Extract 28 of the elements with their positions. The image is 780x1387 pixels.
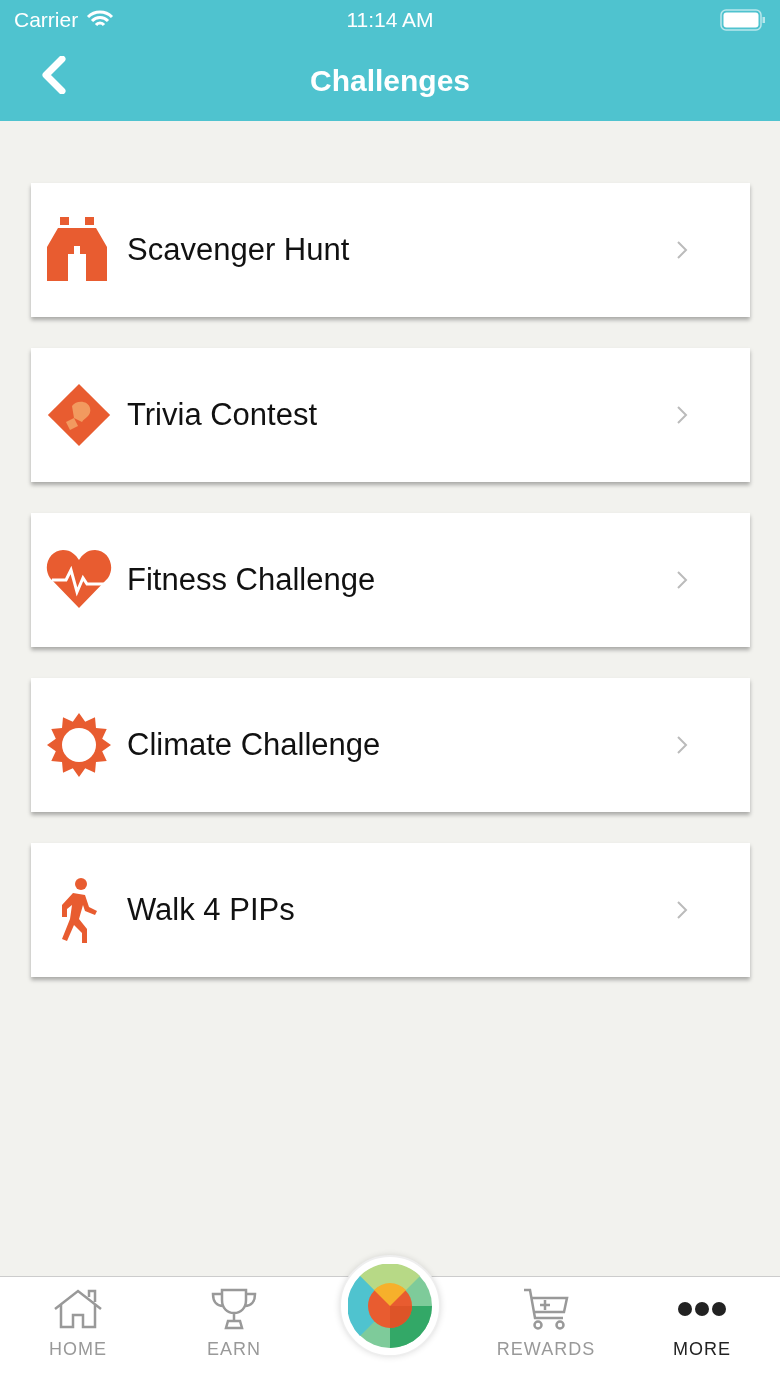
challenge-title: Walk 4 PIPs (127, 892, 296, 928)
chevron-right-icon (676, 405, 688, 425)
challenge-title: Trivia Contest (127, 397, 319, 433)
clock-text: 11:14 AM (346, 8, 434, 32)
battery-icon (720, 9, 766, 31)
more-icon (677, 1301, 727, 1317)
challenge-card[interactable]: Climate Challenge (31, 678, 750, 812)
tab-item[interactable]: MORE (624, 1277, 780, 1387)
sun-icon (46, 712, 112, 778)
chevron-right-icon (676, 570, 688, 590)
carrier-text: Carrier (14, 8, 79, 32)
challenge-card[interactable]: Trivia Contest (31, 348, 750, 482)
challenge-title: Scavenger Hunt (127, 232, 351, 268)
heartbeat-icon (46, 550, 112, 610)
logo-icon (348, 1264, 432, 1348)
challenge-title: Climate Challenge (127, 727, 382, 763)
chevron-right-icon (676, 900, 688, 920)
chevron-right-icon (676, 240, 688, 260)
cart-plus-icon (523, 1288, 569, 1330)
challenge-title: Fitness Challenge (127, 562, 377, 598)
trophy-icon (211, 1288, 257, 1330)
page-title: Challenges (309, 63, 471, 98)
challenge-card[interactable]: Scavenger Hunt (31, 183, 750, 317)
challenge-card[interactable]: Walk 4 PIPs (31, 843, 750, 977)
challenge-card[interactable]: Fitness Challenge (31, 513, 750, 647)
back-chevron-icon (40, 56, 66, 94)
home-icon (53, 1289, 103, 1329)
chevron-right-icon (676, 735, 688, 755)
